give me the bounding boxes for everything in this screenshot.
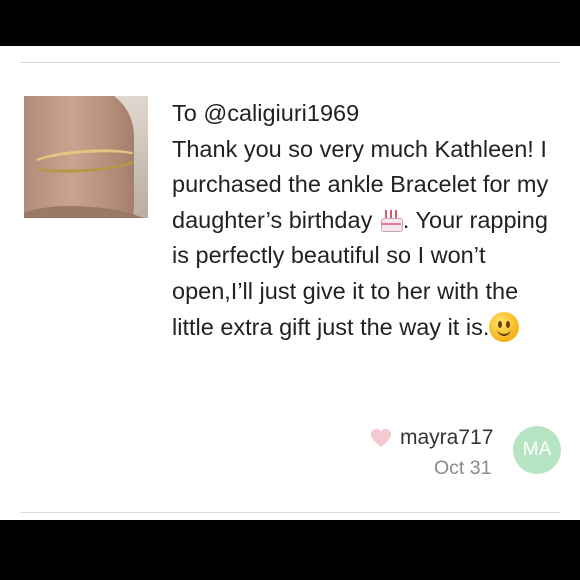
smiley-face-icon — [489, 311, 520, 342]
top-black-bar — [0, 0, 580, 46]
author-avatar[interactable]: MA — [513, 426, 561, 474]
avatar-initials: MA — [522, 439, 552, 460]
listing-thumbnail[interactable] — [24, 96, 148, 218]
author-username[interactable]: mayra717 — [400, 426, 493, 450]
bottom-divider — [20, 512, 560, 513]
heart-icon[interactable] — [370, 428, 392, 448]
bottom-black-bar — [0, 520, 580, 580]
recipient-line[interactable]: To @caligiuri1969 — [172, 96, 564, 132]
birthday-cake-icon — [379, 208, 403, 232]
top-divider — [20, 62, 560, 63]
comment-date: Oct 31 — [434, 457, 492, 479]
comment-message: To @caligiuri1969 Thank you so very much… — [172, 96, 564, 345]
